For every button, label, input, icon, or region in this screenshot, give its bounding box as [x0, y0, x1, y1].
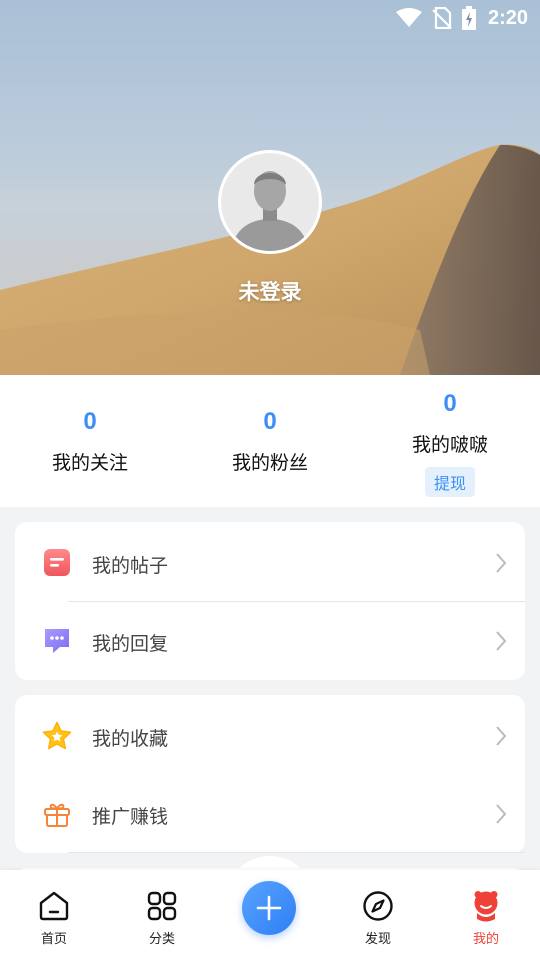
- home-icon: [19, 888, 89, 924]
- chevron-right-icon: [495, 725, 507, 751]
- profile-banner: 2:20 未登录: [0, 0, 540, 375]
- fans-count: 0: [263, 408, 277, 435]
- coins-label: 我的啵啵: [411, 434, 488, 456]
- reply-icon: [42, 626, 72, 656]
- category-grid-icon: [127, 888, 197, 924]
- chevron-right-icon: [495, 803, 507, 829]
- status-time: 2:20: [487, 6, 528, 29]
- chevron-right-icon: [495, 552, 507, 578]
- tab-home-label: 首页: [40, 932, 67, 947]
- stat-fans[interactable]: 0 我的粉丝: [180, 408, 360, 475]
- menu-item-my-posts[interactable]: 我的帖子: [15, 524, 525, 602]
- status-bar: 2:20: [0, 0, 540, 36]
- tab-home[interactable]: 首页: [19, 888, 89, 947]
- gift-icon: [42, 799, 72, 829]
- stat-following[interactable]: 0 我的关注: [0, 408, 180, 475]
- fans-label: 我的粉丝: [231, 452, 308, 474]
- tab-category-label: 分类: [148, 932, 175, 947]
- menu-card-posts: 我的帖子 我的回复: [15, 522, 525, 680]
- wifi-icon: [395, 8, 422, 28]
- menu-item-label: 我的回复: [92, 633, 169, 655]
- plus-icon: [256, 895, 282, 921]
- no-sim-icon: [432, 7, 452, 29]
- stat-coins[interactable]: 0 我的啵啵 提现: [360, 390, 540, 497]
- menu-item-label: 我的帖子: [92, 555, 169, 577]
- following-count: 0: [83, 408, 97, 435]
- posts-icon: [42, 548, 72, 578]
- menu-card-favorites: 我的收藏 推广赚钱: [15, 695, 525, 853]
- withdraw-button[interactable]: 提现: [424, 467, 475, 497]
- following-label: 我的关注: [51, 452, 128, 474]
- create-post-button[interactable]: [242, 881, 296, 935]
- menu-item-label: 推广赚钱: [92, 806, 169, 828]
- stats-panel: 0 我的关注 0 我的粉丝 0 我的啵啵 提现: [0, 375, 540, 507]
- avatar[interactable]: [218, 150, 322, 254]
- login-status-name[interactable]: 未登录: [0, 276, 540, 306]
- chevron-right-icon: [495, 630, 507, 656]
- compass-icon: [343, 888, 413, 924]
- coins-count: 0: [443, 390, 457, 417]
- menu-item-label: 我的收藏: [92, 728, 169, 750]
- tab-mine[interactable]: 我的: [451, 888, 521, 947]
- tab-discover[interactable]: 发现: [343, 888, 413, 947]
- battery-charging-icon: [461, 6, 476, 30]
- star-icon: [42, 721, 72, 751]
- menu-item-promote-earn[interactable]: 推广赚钱: [15, 775, 525, 853]
- tab-discover-label: 发现: [364, 932, 391, 947]
- default-avatar-icon: [221, 153, 319, 251]
- tab-mine-label: 我的: [472, 932, 499, 947]
- tab-category[interactable]: 分类: [127, 888, 197, 947]
- mine-mascot-icon: [451, 888, 521, 924]
- divider: [68, 852, 525, 853]
- menu-item-my-replies[interactable]: 我的回复: [15, 602, 525, 680]
- menu-item-my-favorites[interactable]: 我的收藏: [15, 697, 525, 775]
